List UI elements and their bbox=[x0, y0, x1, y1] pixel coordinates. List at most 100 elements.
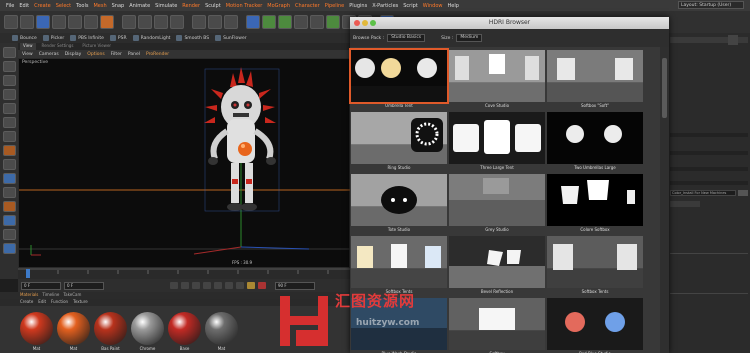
cube-icon[interactable] bbox=[246, 15, 260, 29]
attribute-dropdown[interactable] bbox=[738, 190, 748, 196]
menu-mesh[interactable]: Mesh bbox=[93, 3, 106, 9]
play-icon[interactable] bbox=[203, 282, 211, 289]
hdri-item[interactable]: Cove Studio bbox=[449, 50, 545, 108]
viewport-menu-prorender[interactable]: ProRender bbox=[146, 52, 169, 57]
hdri-thumbnail[interactable] bbox=[547, 174, 643, 226]
next-frame-icon[interactable] bbox=[214, 282, 222, 289]
material-tab[interactable]: TakeCam bbox=[63, 292, 81, 299]
locked-workplane-icon[interactable] bbox=[2, 201, 16, 212]
viewport-menu-cameras[interactable]: Cameras bbox=[39, 52, 59, 57]
prev-frame-icon[interactable] bbox=[192, 282, 200, 289]
goto-end-icon[interactable] bbox=[236, 282, 244, 289]
hdri-thumbnail[interactable] bbox=[449, 112, 545, 164]
hdri-thumbnail[interactable] bbox=[351, 174, 447, 226]
menu-select[interactable]: Select bbox=[56, 3, 71, 9]
solo-icon[interactable] bbox=[2, 187, 16, 198]
hdri-thumbnail[interactable] bbox=[547, 112, 643, 164]
script-button[interactable]: RandomLight bbox=[132, 35, 170, 41]
goto-start-icon[interactable] bbox=[170, 282, 178, 289]
script-button[interactable]: PBS Infinite bbox=[70, 35, 104, 41]
script-button[interactable]: Picker bbox=[42, 35, 64, 41]
layer-icon[interactable] bbox=[2, 243, 16, 254]
menu-help[interactable]: Help bbox=[447, 3, 458, 9]
redo-icon[interactable] bbox=[20, 15, 34, 29]
hdri-item[interactable]: Tote Studio bbox=[351, 174, 447, 232]
pack-select[interactable]: Studio Basics bbox=[387, 34, 426, 42]
hdri-item[interactable]: Red Blue Studio bbox=[547, 298, 643, 353]
viewport-menu-view[interactable]: View bbox=[22, 52, 33, 57]
viewport-tab[interactable]: Render Settings bbox=[39, 43, 77, 50]
model-mode-icon[interactable] bbox=[2, 61, 16, 72]
hdri-item[interactable]: Three Large Tent bbox=[449, 112, 545, 170]
hdri-item[interactable]: Umbrella Tent bbox=[349, 48, 449, 108]
next-key-icon[interactable] bbox=[225, 282, 233, 289]
snap-icon[interactable] bbox=[2, 173, 16, 184]
viewport-tab[interactable]: View bbox=[20, 43, 36, 50]
material-tab[interactable]: Timeline bbox=[42, 292, 59, 299]
close-icon[interactable] bbox=[354, 20, 360, 26]
menu-plugins[interactable]: Plugins bbox=[349, 3, 367, 9]
3d-viewport[interactable] bbox=[18, 58, 351, 268]
menu-snap[interactable]: Snap bbox=[112, 3, 125, 9]
floor-icon[interactable] bbox=[326, 15, 340, 29]
frame-end-field[interactable]: 90 F bbox=[275, 281, 315, 290]
material-tab[interactable]: Materials bbox=[20, 292, 38, 299]
planar-workplane-icon[interactable] bbox=[2, 215, 16, 226]
hdri-thumbnail[interactable] bbox=[351, 236, 447, 288]
hdri-thumbnail[interactable] bbox=[547, 50, 643, 102]
move-icon[interactable] bbox=[52, 15, 66, 29]
record-icon[interactable] bbox=[258, 282, 266, 289]
points-mode-icon[interactable] bbox=[2, 103, 16, 114]
hdri-thumbnail[interactable] bbox=[351, 112, 447, 164]
hdri-item[interactable]: Softbox Tents bbox=[547, 236, 643, 294]
layout-select[interactable]: Layout: Startup (User) bbox=[678, 1, 744, 9]
hdri-item[interactable]: Softbox bbox=[449, 298, 545, 353]
size-select[interactable]: Medium bbox=[456, 34, 483, 42]
script-button[interactable]: PSR bbox=[109, 35, 127, 41]
menu-edit[interactable]: Edit bbox=[19, 3, 29, 9]
hdri-item[interactable]: Two Umbrellas Large bbox=[547, 112, 643, 170]
hdri-thumbnail[interactable] bbox=[449, 236, 545, 288]
texture-mode-icon[interactable] bbox=[2, 75, 16, 86]
menu-simulate[interactable]: Simulate bbox=[155, 3, 177, 9]
y-axis-icon[interactable] bbox=[138, 15, 152, 29]
grid-icon[interactable] bbox=[2, 229, 16, 240]
hdri-scroll-thumb[interactable] bbox=[662, 58, 667, 118]
menu-animate[interactable]: Animate bbox=[129, 3, 150, 9]
menu-mograph[interactable]: MoGraph bbox=[267, 3, 290, 9]
menu-sculpt[interactable]: Sculpt bbox=[205, 3, 221, 9]
menu-file[interactable]: File bbox=[6, 3, 14, 9]
hdri-item[interactable]: Ring Studio bbox=[351, 112, 447, 170]
hdri-thumbnail[interactable] bbox=[449, 298, 545, 350]
material-swatch[interactable] bbox=[131, 312, 164, 345]
prev-key-icon[interactable] bbox=[181, 282, 189, 289]
menu-script[interactable]: Script bbox=[403, 3, 418, 9]
menu-pipeline[interactable]: Pipeline bbox=[325, 3, 345, 9]
material-menu-item[interactable]: Create bbox=[20, 299, 33, 306]
hdri-thumbnail[interactable] bbox=[547, 298, 643, 350]
menu-motion-tracker[interactable]: Motion Tracker bbox=[226, 3, 263, 9]
viewport-menu-filter[interactable]: Filter bbox=[111, 52, 122, 57]
viewport-menu-options[interactable]: Options bbox=[87, 52, 104, 57]
material-swatch[interactable] bbox=[168, 312, 201, 345]
subdivision-icon[interactable] bbox=[278, 15, 292, 29]
hdri-thumbnail[interactable] bbox=[547, 236, 643, 288]
viewport-tab[interactable]: Picture Viewer bbox=[79, 43, 114, 50]
script-button[interactable]: Smooth BS bbox=[176, 35, 209, 41]
hdri-item[interactable]: Softbox "Soft" bbox=[547, 50, 643, 108]
hdri-item[interactable]: Colore Softbox bbox=[547, 174, 643, 232]
zoom-icon[interactable] bbox=[370, 20, 376, 26]
rotate-icon[interactable] bbox=[84, 15, 98, 29]
edges-mode-icon[interactable] bbox=[2, 117, 16, 128]
make-editable-icon[interactable] bbox=[2, 47, 16, 58]
material-swatch[interactable] bbox=[205, 312, 238, 345]
minimize-icon[interactable] bbox=[362, 20, 368, 26]
viewport-menu-panel[interactable]: Panel bbox=[128, 52, 140, 57]
polygons-mode-icon[interactable] bbox=[2, 131, 16, 142]
script-button[interactable]: SunFlower bbox=[215, 35, 247, 41]
deformer-icon[interactable] bbox=[310, 15, 324, 29]
material-swatch[interactable] bbox=[94, 312, 127, 345]
menu-window[interactable]: Window bbox=[423, 3, 443, 9]
menu-render[interactable]: Render bbox=[182, 3, 200, 9]
menu-tools[interactable]: Tools bbox=[76, 3, 88, 9]
